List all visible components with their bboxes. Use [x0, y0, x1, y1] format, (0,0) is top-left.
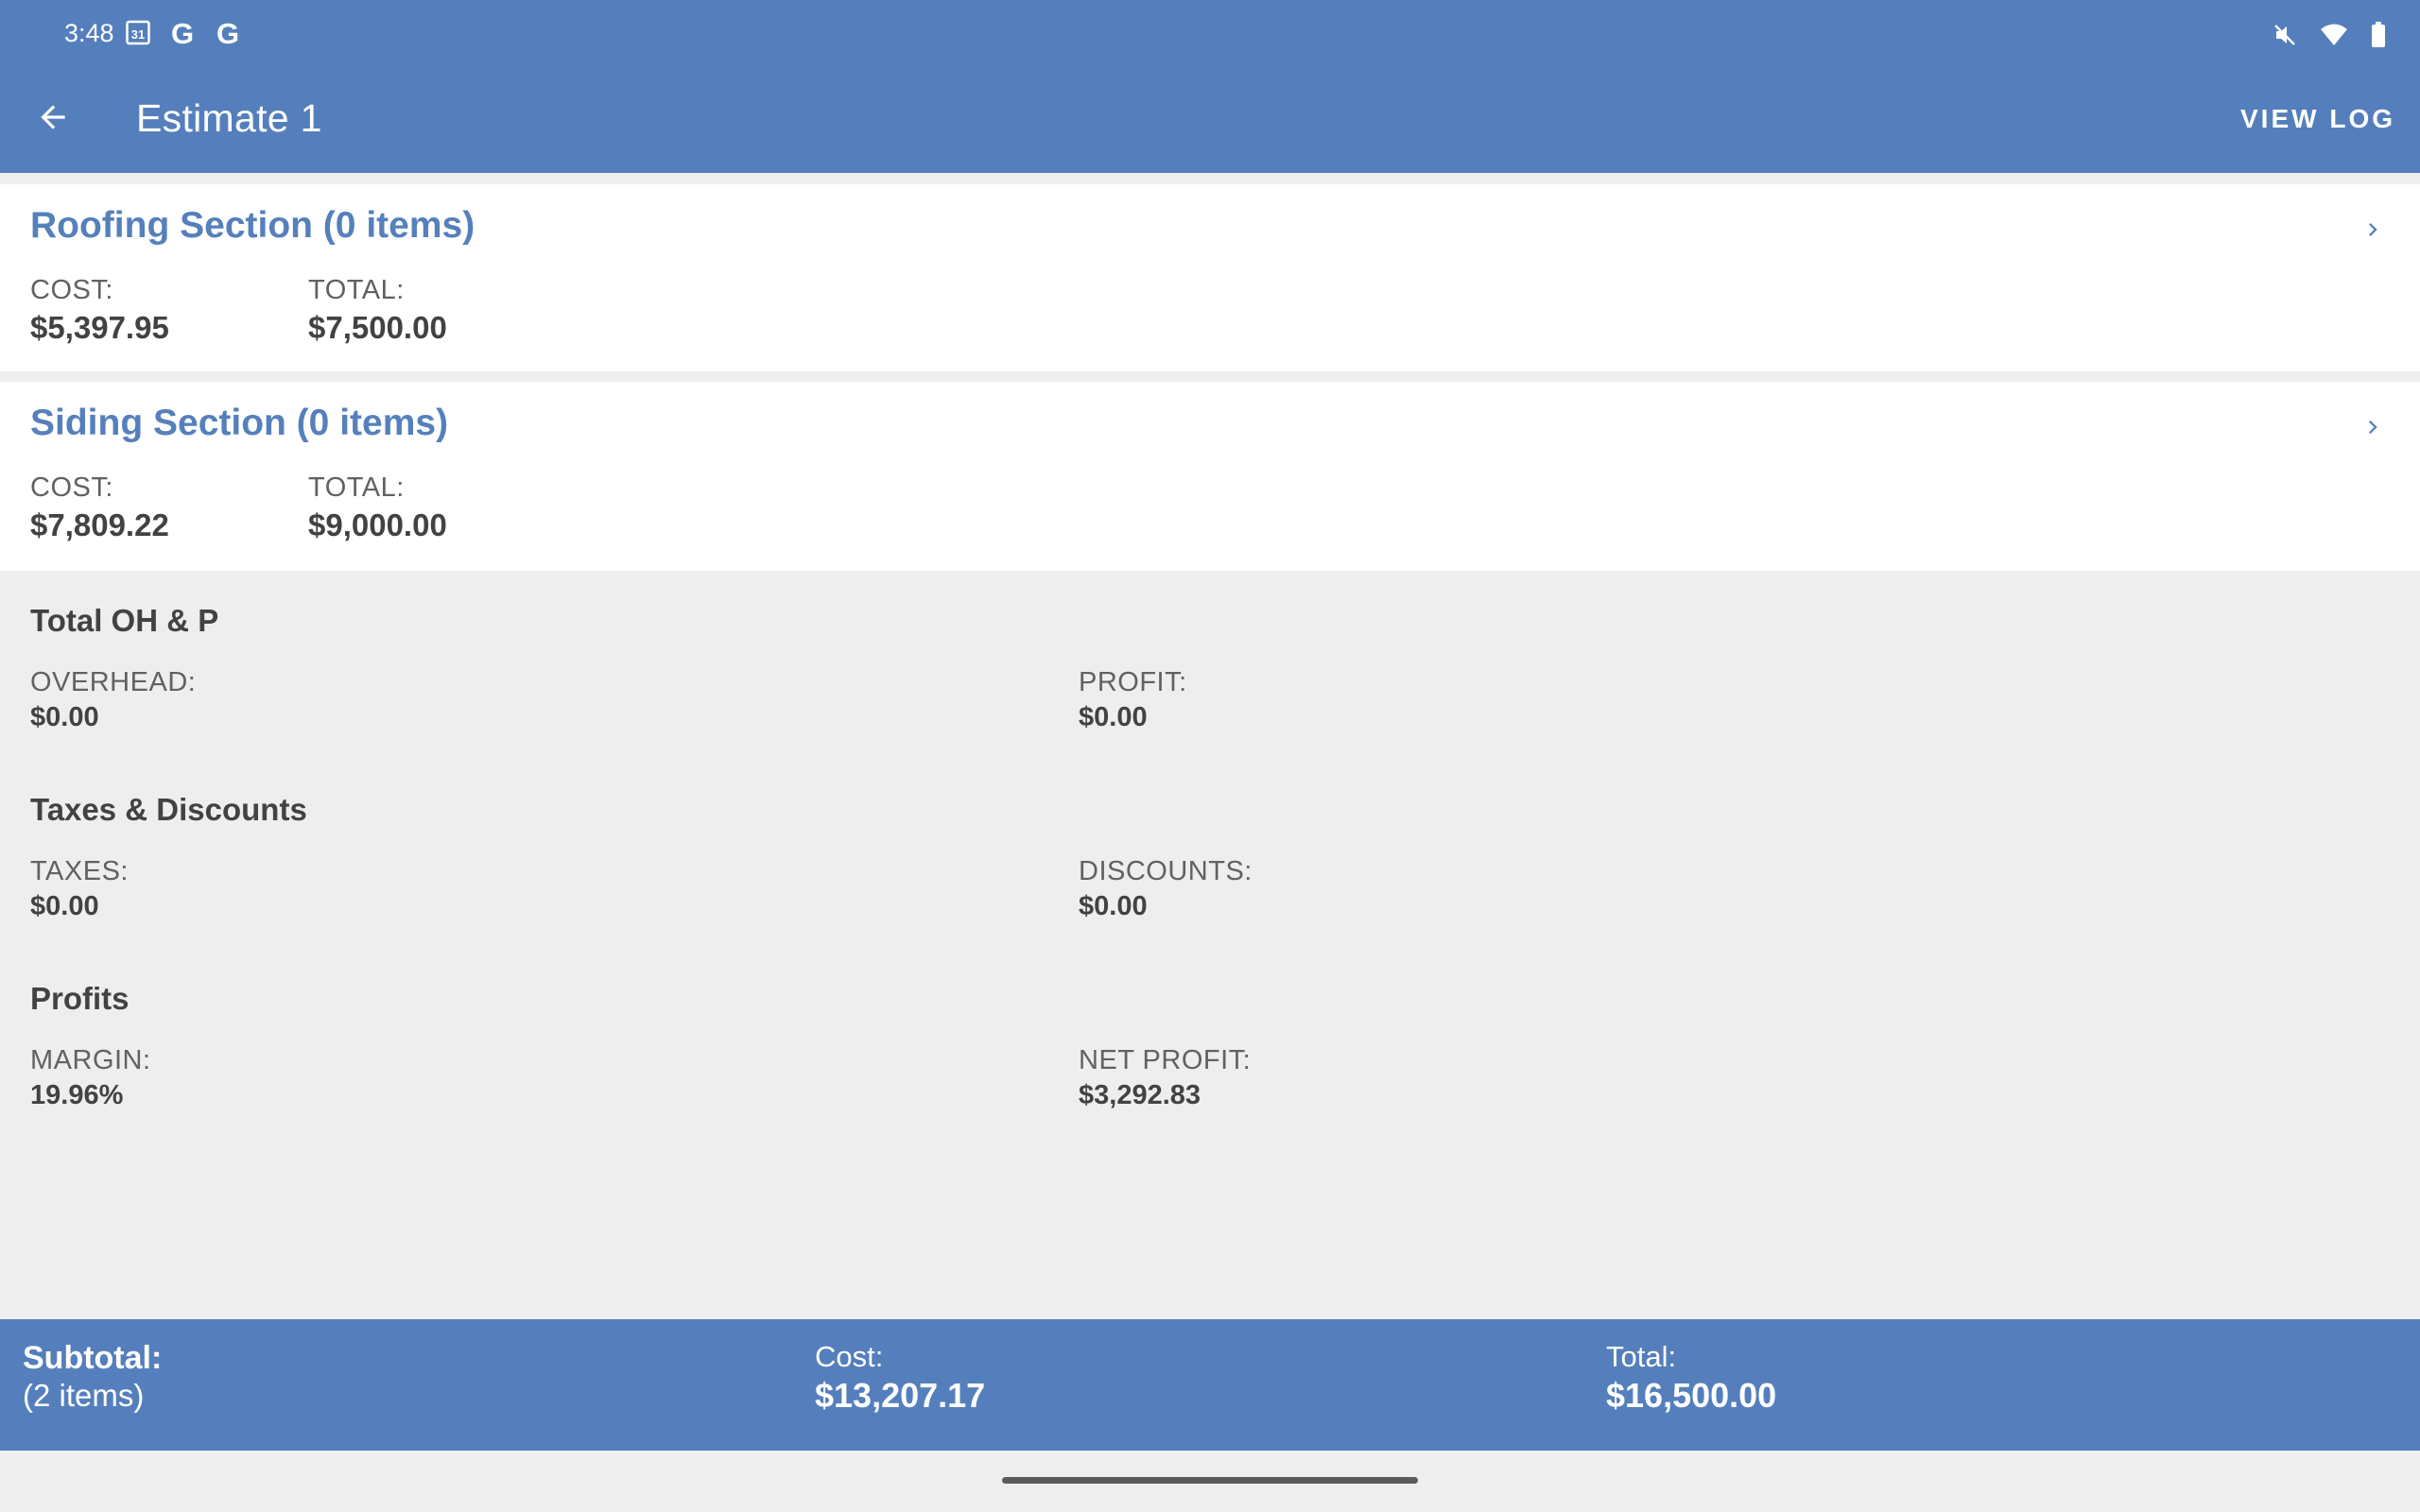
subtotal-bar: Subtotal: (2 items) Cost: $13,207.17 Tot…	[0, 1319, 2420, 1451]
net-profit-label: NET PROFIT:	[1079, 1045, 1252, 1075]
overhead-label: OVERHEAD:	[30, 667, 197, 697]
total-value: $9,000.00	[308, 507, 447, 542]
page-title: Estimate 1	[136, 96, 322, 140]
taxes-value: $0.00	[30, 891, 99, 921]
chevron-right-icon	[2369, 223, 2377, 236]
view-log-button[interactable]: VIEW LOG	[2240, 104, 2395, 134]
total-label: TOTAL:	[308, 275, 405, 305]
svg-text:31: 31	[131, 27, 145, 42]
home-indicator[interactable]	[1002, 1477, 1418, 1484]
taxes-label: TAXES:	[30, 856, 129, 886]
mute-icon	[2274, 25, 2295, 45]
ohp-title: Total OH & P	[30, 603, 219, 638]
google-icon: G	[171, 17, 195, 50]
total-label: TOTAL:	[308, 472, 405, 503]
back-button[interactable]	[28, 93, 78, 142]
section-card-roofing[interactable]: Roofing Section (0 items) COST: $5,397.9…	[0, 184, 2420, 371]
cost-label: COST:	[30, 275, 113, 305]
chevron-right-icon	[2369, 421, 2377, 434]
cost-value: $7,809.22	[30, 507, 169, 542]
wifi-icon	[2321, 24, 2347, 45]
subtotal-cost-label: Cost:	[815, 1340, 884, 1373]
profit-value: $0.00	[1079, 702, 1148, 732]
status-time: 3:48	[64, 19, 114, 47]
profits-title: Profits	[30, 981, 130, 1016]
profit-label: PROFIT:	[1079, 667, 1187, 697]
margin-label: MARGIN:	[30, 1045, 151, 1075]
discounts-value: $0.00	[1079, 891, 1148, 921]
battery-icon	[2372, 22, 2385, 47]
subtotal-total-label: Total:	[1606, 1340, 1677, 1373]
discounts-label: DISCOUNTS:	[1079, 856, 1253, 886]
section-card-siding[interactable]: Siding Section (0 items) COST: $7,809.22…	[0, 382, 2420, 571]
total-value: $7,500.00	[308, 310, 447, 345]
subtotal-cost-value: $13,207.17	[815, 1376, 986, 1415]
arrow-back-icon	[41, 105, 65, 129]
subtotal-total-value: $16,500.00	[1606, 1376, 1777, 1415]
cost-label: COST:	[30, 472, 113, 503]
section-title: Roofing Section (0 items)	[30, 205, 475, 246]
calendar-icon: 31	[126, 20, 150, 45]
margin-value: 19.96%	[30, 1080, 124, 1110]
section-title: Siding Section (0 items)	[30, 403, 449, 443]
app-bar: 3:48 31 G G Estimate 1 VIEW LOG	[0, 0, 2420, 173]
taxes-discounts-title: Taxes & Discounts	[30, 792, 307, 827]
subtotal-label: Subtotal:	[23, 1340, 163, 1376]
net-profit-value: $3,292.83	[1079, 1080, 1201, 1110]
subtotal-item-count: (2 items)	[23, 1378, 145, 1413]
status-icons	[2273, 21, 2386, 49]
overhead-value: $0.00	[30, 702, 99, 732]
cost-value: $5,397.95	[30, 310, 169, 345]
google-icon: G	[216, 17, 240, 50]
